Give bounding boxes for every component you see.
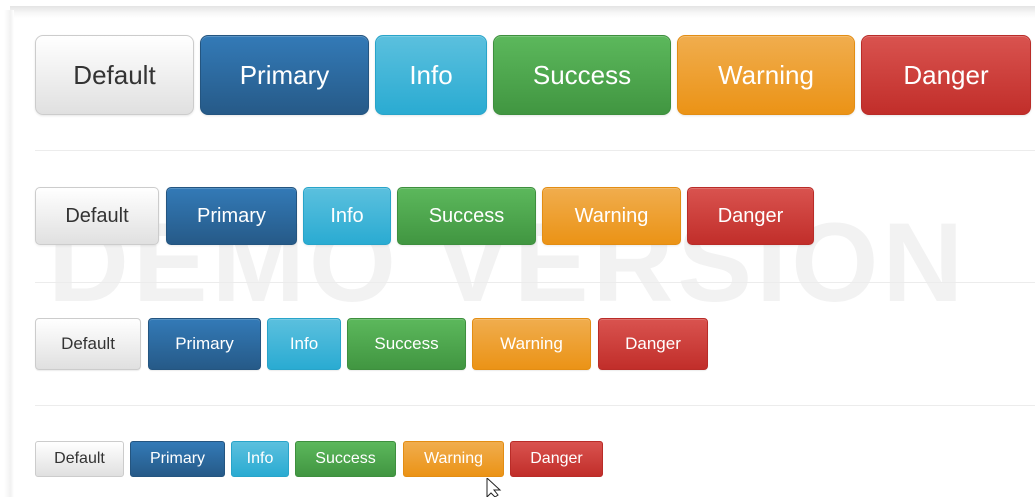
warning-button-small[interactable]: Warning — [472, 318, 591, 370]
left-edge-shadow — [0, 10, 14, 497]
top-edge-shadow — [10, 6, 1035, 18]
success-button-xsmall[interactable]: Success — [295, 441, 396, 477]
warning-button-xsmall[interactable]: Warning — [403, 441, 504, 477]
primary-button-small[interactable]: Primary — [148, 318, 261, 370]
row-divider — [35, 405, 1035, 406]
row-divider — [35, 282, 1035, 283]
default-button-xsmall[interactable]: Default — [35, 441, 124, 477]
danger-button-xsmall[interactable]: Danger — [510, 441, 603, 477]
success-button-medium[interactable]: Success — [397, 187, 536, 245]
warning-button-medium[interactable]: Warning — [542, 187, 681, 245]
success-button-small[interactable]: Success — [347, 318, 466, 370]
default-button-small[interactable]: Default — [35, 318, 141, 370]
info-button-small[interactable]: Info — [267, 318, 341, 370]
mouse-pointer-icon — [486, 478, 502, 497]
primary-button-xsmall[interactable]: Primary — [130, 441, 225, 477]
primary-button-large[interactable]: Primary — [200, 35, 369, 115]
info-button-medium[interactable]: Info — [303, 187, 391, 245]
row-divider — [35, 150, 1035, 151]
warning-button-large[interactable]: Warning — [677, 35, 855, 115]
danger-button-small[interactable]: Danger — [598, 318, 708, 370]
info-button-xsmall[interactable]: Info — [231, 441, 289, 477]
danger-button-large[interactable]: Danger — [861, 35, 1031, 115]
default-button-large[interactable]: Default — [35, 35, 194, 115]
default-button-medium[interactable]: Default — [35, 187, 159, 245]
primary-button-medium[interactable]: Primary — [166, 187, 297, 245]
info-button-large[interactable]: Info — [375, 35, 487, 115]
success-button-large[interactable]: Success — [493, 35, 671, 115]
demo-canvas: DEMO VERSION Default Primary Info Succes… — [0, 0, 1035, 497]
danger-button-medium[interactable]: Danger — [687, 187, 814, 245]
